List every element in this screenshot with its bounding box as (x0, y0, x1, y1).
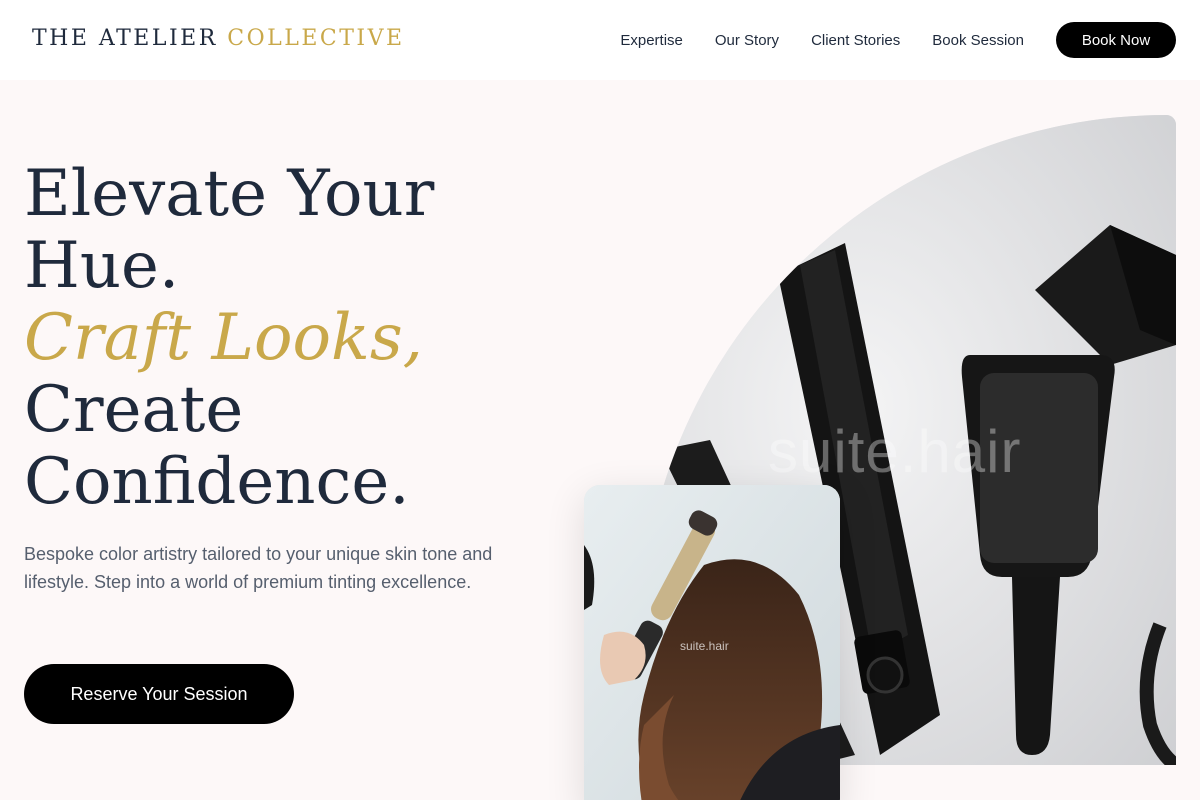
main-nav: Expertise Our Story Client Stories Book … (620, 22, 1176, 58)
brand-name-accent: COLLECTIVE (227, 26, 405, 51)
reserve-session-button[interactable]: Reserve Your Session (24, 664, 294, 724)
hero-title-line-1: Elevate Your (24, 157, 435, 231)
nav-link-client-stories[interactable]: Client Stories (811, 32, 900, 49)
hero-description: Bespoke color artistry tailored to your … (24, 544, 493, 592)
hero-title-line-4: Create (24, 373, 244, 447)
hero-secondary-image: suite.hair (584, 485, 840, 800)
nav-link-book-session[interactable]: Book Session (932, 32, 1024, 49)
book-now-button[interactable]: Book Now (1056, 22, 1176, 58)
nav-link-our-story[interactable]: Our Story (715, 32, 779, 49)
hero-title-line-2: Hue. (24, 229, 180, 303)
nav-link-expertise[interactable]: Expertise (620, 32, 683, 49)
hero-title: Elevate Your Hue. Craft Looks, Create Co… (24, 158, 564, 518)
site-header: THE ATELIER COLLECTIVE Expertise Our Sto… (0, 0, 1200, 80)
hero-title-accent: Craft Looks, (24, 301, 423, 375)
card-image-watermark: suite.hair (680, 639, 729, 653)
brand-name-primary: THE ATELIER (32, 26, 218, 51)
brand-logo[interactable]: THE ATELIER COLLECTIVE (32, 26, 405, 51)
main-image-watermark: suite.hair (768, 418, 1022, 485)
hero-title-line-5: Confidence. (24, 445, 410, 519)
